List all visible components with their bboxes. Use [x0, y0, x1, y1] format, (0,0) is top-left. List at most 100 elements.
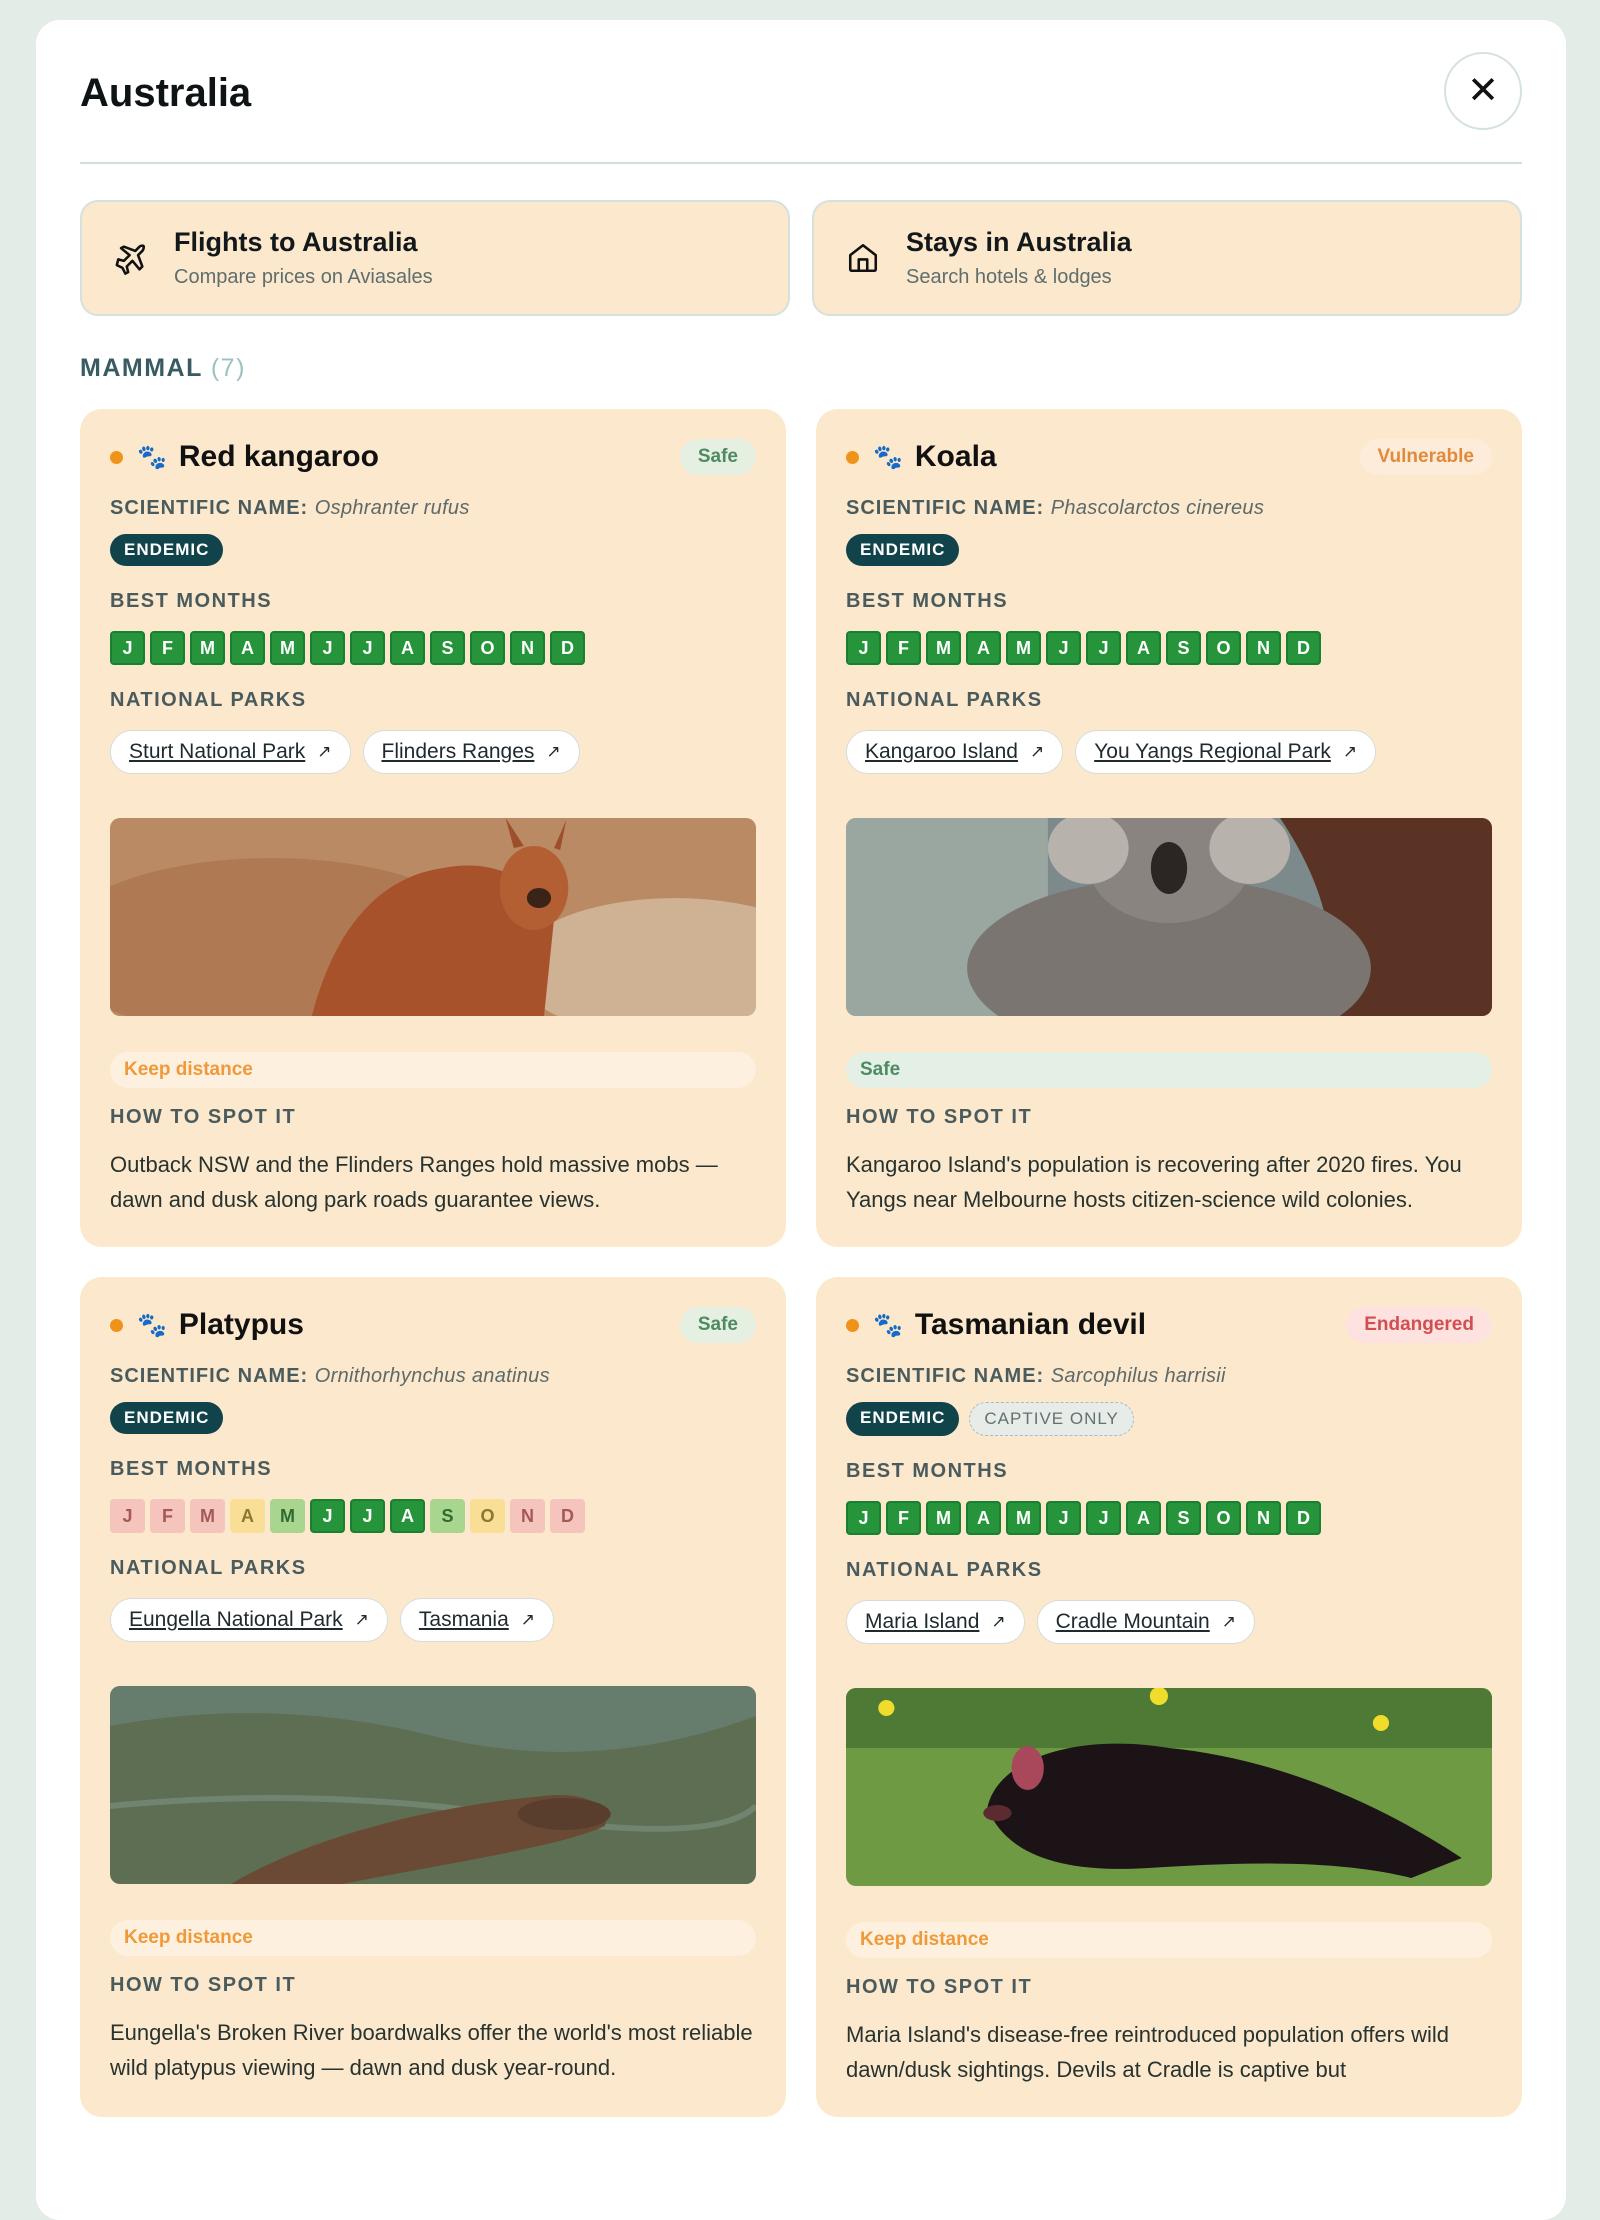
park-link-label: Flinders Ranges: [381, 740, 535, 763]
park-link[interactable]: Eungella National Park ↗: [110, 1598, 388, 1642]
scientific-value: Ornithorhynchus anatinus: [314, 1365, 550, 1387]
month-cell: M: [1006, 631, 1041, 665]
park-link[interactable]: Sturt National Park ↗: [110, 730, 351, 774]
house-icon: [844, 239, 882, 277]
park-link-label: Eungella National Park: [129, 1608, 343, 1631]
how-to-spot-text: Maria Island's disease-free reintroduced…: [846, 2022, 1450, 2082]
month-cell: S: [430, 631, 465, 665]
month-calendar: JFMAMJJASOND: [110, 1499, 756, 1533]
month-cell: F: [886, 631, 921, 665]
park-link[interactable]: Maria Island ↗: [846, 1600, 1025, 1644]
species-photo: [846, 1688, 1492, 1886]
close-button[interactable]: ✕: [1444, 52, 1522, 130]
park-link[interactable]: Kangaroo Island ↗: [846, 730, 1064, 774]
month-cell: J: [846, 1501, 881, 1535]
park-link-label: Maria Island: [865, 1610, 980, 1633]
month-cell: O: [1206, 631, 1241, 665]
month-cell: A: [230, 631, 265, 665]
park-link[interactable]: You Yangs Regional Park ↗: [1075, 730, 1377, 774]
section-count: (7): [210, 354, 246, 382]
month-cell: M: [1006, 1501, 1041, 1535]
month-cell: J: [1046, 631, 1081, 665]
how-to-spot-text: Kangaroo Island's population is recoveri…: [846, 1152, 1462, 1212]
card-header: 🐾 Tasmanian devil Endangered: [846, 1307, 1492, 1343]
month-cell: D: [550, 1499, 585, 1533]
stays-button[interactable]: Stays in Australia Search hotels & lodge…: [812, 200, 1522, 316]
park-link[interactable]: Tasmania ↗: [399, 1598, 555, 1642]
species-name: Tasmanian devil: [914, 1308, 1147, 1341]
stays-title: Stays in Australia: [906, 227, 1132, 257]
external-link-icon: ↗: [317, 742, 332, 761]
how-to-spot-label: HOW TO SPOT IT: [110, 1106, 297, 1128]
park-list: Maria Island ↗ Cradle Mountain ↗: [846, 1600, 1492, 1644]
species-card-koala[interactable]: 🐾 Koala Vulnerable SCIENTIFIC NAME: Phas…: [816, 409, 1522, 1247]
scientific-name: SCIENTIFIC NAME: Phascolarctos cinereus: [846, 497, 1492, 520]
scientific-label: SCIENTIFIC NAME:: [846, 497, 1045, 519]
status-dot: [110, 450, 123, 464]
status-dot: [846, 450, 859, 464]
external-link-icon: ↗: [354, 1610, 369, 1629]
month-cell: F: [150, 1499, 185, 1533]
tag-list: ENDEMIC CAPTIVE ONLY: [846, 1402, 1492, 1436]
park-link[interactable]: Cradle Mountain ↗: [1036, 1600, 1255, 1644]
month-cell: J: [1046, 1501, 1081, 1535]
species-card-red-kangaroo[interactable]: 🐾 Red kangaroo Safe SCIENTIFIC NAME: Osp…: [80, 409, 786, 1247]
species-photo: [846, 818, 1492, 1016]
month-cell: J: [350, 631, 385, 665]
month-cell: F: [150, 631, 185, 665]
external-link-icon: ↗: [1221, 1612, 1236, 1631]
status-dot: [846, 1318, 859, 1332]
month-cell: M: [190, 1499, 225, 1533]
park-link-label: Tasmania: [418, 1608, 509, 1631]
month-calendar: JFMAMJJASOND: [846, 1501, 1492, 1535]
park-link[interactable]: Flinders Ranges ↗: [362, 730, 580, 774]
scientific-label: SCIENTIFIC NAME:: [846, 1365, 1045, 1387]
flights-button[interactable]: Flights to Australia Compare prices on A…: [80, 200, 790, 316]
species-card-tasmanian-devil[interactable]: 🐾 Tasmanian devil Endangered SCIENTIFIC …: [816, 1277, 1522, 2117]
national-parks-label: NATIONAL PARKS: [110, 689, 307, 711]
month-cell: S: [430, 1499, 465, 1533]
month-cell: N: [1246, 631, 1281, 665]
month-cell: M: [270, 1499, 305, 1533]
page-title: Australia: [80, 70, 252, 115]
species-photo: [110, 1686, 756, 1884]
month-cell: D: [1286, 631, 1321, 665]
month-cell: N: [510, 631, 545, 665]
plane-icon: [112, 239, 150, 277]
paw-icon: 🐾: [873, 443, 903, 471]
month-cell: O: [470, 631, 505, 665]
month-cell: M: [926, 631, 961, 665]
scientific-name: SCIENTIFIC NAME: Ornithorhynchus anatinu…: [110, 1365, 756, 1388]
best-months-label: BEST MONTHS: [846, 590, 1009, 612]
card-header: 🐾 Koala Vulnerable: [846, 439, 1492, 475]
month-cell: N: [1246, 1501, 1281, 1535]
month-cell: N: [510, 1499, 545, 1533]
scientific-name: SCIENTIFIC NAME: Osphranter rufus: [110, 497, 756, 520]
scientific-label: SCIENTIFIC NAME:: [110, 1365, 309, 1387]
panel-header: Australia ✕: [80, 20, 1522, 164]
month-cell: A: [230, 1499, 265, 1533]
month-cell: A: [966, 1501, 1001, 1535]
month-cell: J: [1086, 1501, 1121, 1535]
month-cell: D: [550, 631, 585, 665]
external-link-icon: ↗: [520, 1610, 536, 1629]
flights-subtitle: Compare prices on Aviasales: [174, 266, 433, 288]
month-cell: O: [470, 1499, 505, 1533]
safety-note: Keep distance: [110, 1920, 756, 1956]
month-calendar: JFMAMJJASOND: [110, 631, 756, 665]
how-to-spot-label: HOW TO SPOT IT: [846, 1106, 1033, 1128]
month-cell: A: [390, 1499, 425, 1533]
endemic-tag: ENDEMIC: [110, 534, 224, 566]
month-cell: J: [350, 1499, 385, 1533]
section-label: MAMMAL: [80, 354, 203, 382]
month-cell: M: [190, 631, 225, 665]
status-badge: Endangered: [1346, 1307, 1492, 1343]
month-cell: A: [1126, 631, 1161, 665]
external-link-icon: ↗: [1029, 742, 1045, 761]
flights-title: Flights to Australia: [174, 227, 418, 257]
external-link-icon: ↗: [546, 742, 561, 761]
month-cell: O: [1206, 1501, 1241, 1535]
month-cell: J: [1086, 631, 1121, 665]
how-to-spot-text: Eungella's Broken River boardwalks offer…: [110, 2020, 753, 2080]
species-card-platypus[interactable]: 🐾 Platypus Safe SCIENTIFIC NAME: Ornitho…: [80, 1277, 786, 2117]
